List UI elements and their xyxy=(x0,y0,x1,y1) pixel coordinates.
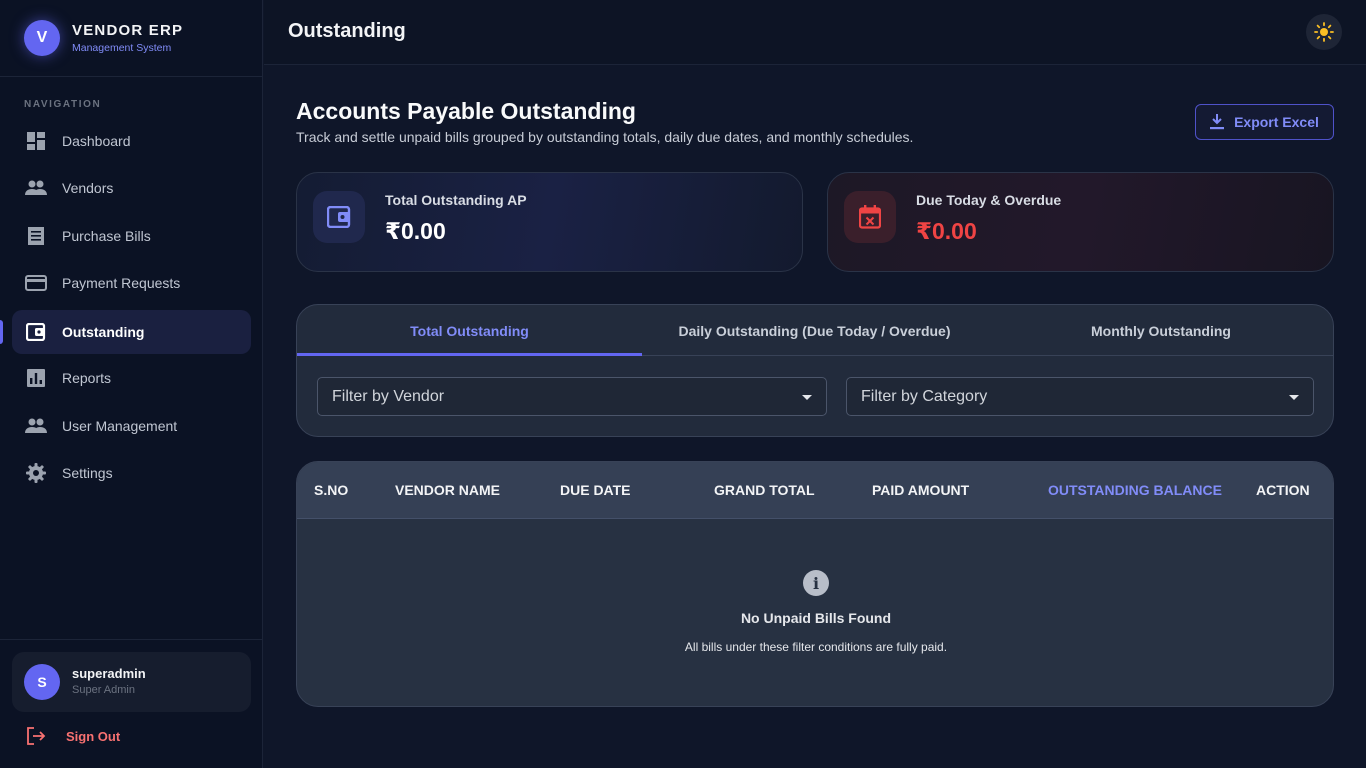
table-header: S.NO VENDOR NAME DUE DATE GRAND TOTAL PA… xyxy=(297,462,1333,519)
dashboard-icon xyxy=(24,129,48,153)
credit-card-icon xyxy=(24,271,48,295)
column-header-outstanding-balance[interactable]: OUTSTANDING BALANCE xyxy=(1048,482,1222,498)
tab-monthly-outstanding[interactable]: Monthly Outstanding xyxy=(987,305,1333,356)
page-title: Accounts Payable Outstanding xyxy=(296,98,636,124)
bar-chart-icon xyxy=(24,366,48,390)
chevron-down-icon xyxy=(1289,395,1299,400)
gear-icon xyxy=(24,461,48,485)
stat-label: Due Today & Overdue xyxy=(916,192,1062,208)
logout-icon xyxy=(26,727,46,745)
sidebar-item-label: Vendors xyxy=(62,180,114,196)
vendor-filter-select[interactable]: Filter by Vendor xyxy=(317,377,827,416)
nav-heading: NAVIGATION xyxy=(24,99,102,110)
sidebar-item-label: Reports xyxy=(62,370,112,386)
stat-card-total-outstanding: Total Outstanding AP ₹0.00 xyxy=(296,172,803,272)
sidebar-item-settings[interactable]: Settings xyxy=(12,451,251,495)
sidebar-item-dashboard[interactable]: Dashboard xyxy=(12,119,251,163)
brand-title: VENDOR ERP xyxy=(72,21,184,39)
wallet-icon xyxy=(24,320,48,344)
page-subtitle: Track and settle unpaid bills grouped by… xyxy=(296,129,914,145)
sidebar-item-payment-requests[interactable]: Payment Requests xyxy=(12,261,251,305)
sign-out-label: Sign Out xyxy=(66,728,121,744)
sidebar-item-label: User Management xyxy=(62,418,178,434)
outstanding-table: S.NO VENDOR NAME DUE DATE GRAND TOTAL PA… xyxy=(296,461,1334,707)
column-header-action: ACTION xyxy=(1256,482,1310,498)
empty-state: i No Unpaid Bills Found All bills under … xyxy=(297,570,1333,654)
sidebar-item-label: Dashboard xyxy=(62,133,131,149)
sidebar: V VENDOR ERP Management System NAVIGATIO… xyxy=(0,0,263,768)
tab-daily-outstanding[interactable]: Daily Outstanding (Due Today / Overdue) xyxy=(642,305,987,356)
filter-panel: Total Outstanding Daily Outstanding (Due… xyxy=(296,304,1334,437)
sidebar-item-label: Settings xyxy=(62,465,113,481)
theme-toggle-button[interactable] xyxy=(1306,14,1342,50)
active-tab-underline xyxy=(297,353,642,356)
column-header-grand-total[interactable]: GRAND TOTAL xyxy=(714,482,815,498)
column-header-sno[interactable]: S.NO xyxy=(314,482,348,498)
download-icon xyxy=(1210,114,1225,130)
avatar: S xyxy=(24,664,60,700)
user-card[interactable]: S superadmin Super Admin xyxy=(12,652,251,712)
info-icon: i xyxy=(803,570,829,596)
divider xyxy=(0,76,263,77)
topbar: Outstanding xyxy=(264,0,1366,65)
category-filter-value: Filter by Category xyxy=(861,387,988,405)
brand-logo: V xyxy=(24,20,60,56)
export-excel-button[interactable]: Export Excel xyxy=(1195,104,1334,140)
chevron-down-icon xyxy=(802,395,812,400)
sun-icon xyxy=(1314,22,1334,42)
brand[interactable]: V VENDOR ERP Management System xyxy=(24,19,183,57)
calendar-x-icon xyxy=(844,191,896,243)
empty-state-title: No Unpaid Bills Found xyxy=(740,610,892,626)
wallet-icon xyxy=(313,191,365,243)
tab-bar: Total Outstanding Daily Outstanding (Due… xyxy=(297,305,1333,356)
sidebar-item-label: Payment Requests xyxy=(62,275,181,291)
receipt-icon xyxy=(24,224,48,248)
tab-total-outstanding[interactable]: Total Outstanding xyxy=(297,305,642,356)
active-indicator xyxy=(0,320,3,344)
column-header-paid-amount[interactable]: PAID AMOUNT xyxy=(872,482,969,498)
vendor-filter-value: Filter by Vendor xyxy=(332,387,445,405)
user-name: superadmin xyxy=(72,666,146,681)
people-icon xyxy=(24,176,48,200)
stat-label: Total Outstanding AP xyxy=(385,192,527,208)
column-header-vendor-name[interactable]: VENDOR NAME xyxy=(395,482,500,498)
sign-out-button[interactable]: Sign Out xyxy=(26,724,120,748)
sidebar-item-vendors[interactable]: Vendors xyxy=(12,166,251,210)
export-label: Export Excel xyxy=(1234,114,1319,130)
page-header-title: Outstanding xyxy=(288,20,406,42)
divider xyxy=(0,639,263,640)
user-role: Super Admin xyxy=(72,684,135,696)
stat-card-due-today-overdue: Due Today & Overdue ₹0.00 xyxy=(827,172,1334,272)
category-filter-select[interactable]: Filter by Category xyxy=(846,377,1314,416)
sidebar-item-label: Outstanding xyxy=(62,324,145,340)
sidebar-item-outstanding[interactable]: Outstanding xyxy=(12,310,251,354)
brand-subtitle: Management System xyxy=(72,41,172,54)
people-icon xyxy=(24,414,48,438)
sidebar-item-purchase-bills[interactable]: Purchase Bills xyxy=(12,214,251,258)
sidebar-item-reports[interactable]: Reports xyxy=(12,356,251,400)
column-header-due-date[interactable]: DUE DATE xyxy=(560,482,631,498)
empty-state-message: All bills under these filter conditions … xyxy=(684,640,948,654)
sidebar-item-label: Purchase Bills xyxy=(62,228,151,244)
stat-value: ₹0.00 xyxy=(916,218,977,244)
stat-value: ₹0.00 xyxy=(385,218,446,244)
sidebar-item-user-management[interactable]: User Management xyxy=(12,404,251,448)
